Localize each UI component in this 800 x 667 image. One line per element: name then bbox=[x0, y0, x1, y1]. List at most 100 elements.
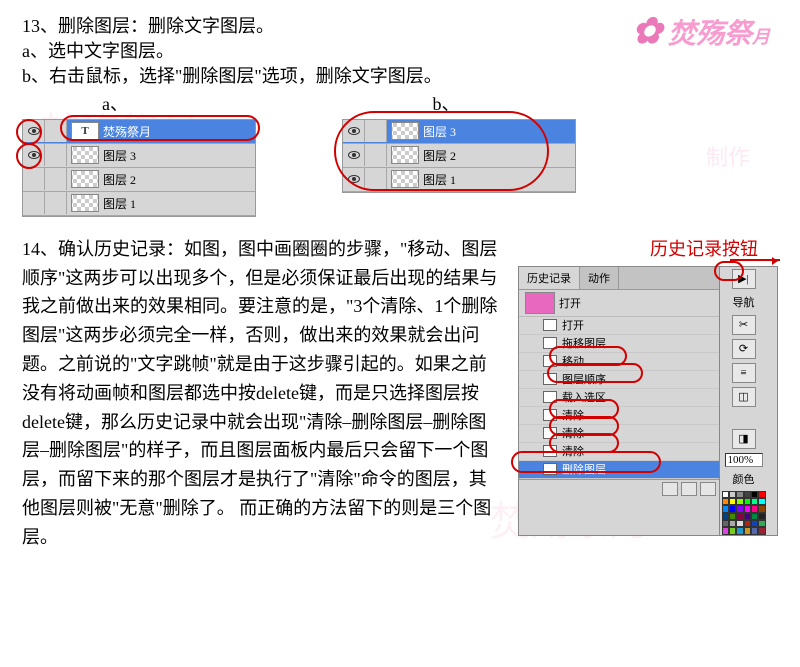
layer-row[interactable]: T 焚殇祭月 bbox=[23, 120, 255, 144]
toolbar-icon[interactable]: ⟳ bbox=[732, 339, 756, 359]
zoom-value[interactable]: 100% bbox=[725, 453, 763, 467]
color-swatch[interactable] bbox=[744, 505, 751, 512]
color-swatch[interactable] bbox=[751, 513, 758, 520]
layer-row[interactable]: 图层 2 bbox=[343, 144, 575, 168]
layer-name: 图层 3 bbox=[103, 147, 136, 164]
color-swatch[interactable] bbox=[722, 527, 729, 534]
toolbar-icon[interactable]: ≡ bbox=[732, 363, 756, 383]
layer-thumb bbox=[71, 170, 99, 188]
toolbar-icon[interactable]: ◫ bbox=[732, 387, 756, 407]
history-item[interactable]: 删除图层 bbox=[519, 461, 719, 479]
color-swatch[interactable] bbox=[729, 505, 736, 512]
color-swatch[interactable] bbox=[758, 520, 765, 527]
color-swatch[interactable] bbox=[736, 513, 743, 520]
layer-row[interactable]: 图层 3 bbox=[23, 144, 255, 168]
color-swatch[interactable] bbox=[751, 505, 758, 512]
history-item[interactable]: 清除 bbox=[519, 425, 719, 443]
text-layer-thumb: T bbox=[71, 122, 99, 140]
history-item[interactable]: 图层顺序 bbox=[519, 371, 719, 389]
layer-thumb bbox=[71, 194, 99, 212]
color-swatch[interactable] bbox=[751, 520, 758, 527]
layer-row[interactable]: 图层 1 bbox=[23, 192, 255, 216]
label-b: b、 bbox=[433, 92, 460, 117]
right-toolbar: ▶| 导航 ✂ ⟳ ≡ ◫ ◨ 100% 颜色 bbox=[719, 267, 767, 535]
color-swatch[interactable] bbox=[736, 491, 743, 498]
history-button-label: 历史记录按钮 bbox=[518, 235, 778, 261]
history-item[interactable]: 打开 bbox=[519, 317, 719, 335]
layer-name: 焚殇祭月 bbox=[103, 123, 151, 140]
history-item[interactable]: 清除 bbox=[519, 407, 719, 425]
visibility-icon[interactable] bbox=[28, 151, 40, 159]
step14-text: 14、确认历史记录：如图，图中画圈圈的步骤，"移动、图层顺序"这两步可以出现多个… bbox=[22, 235, 500, 552]
navigator-label: 导航 bbox=[732, 293, 756, 311]
color-swatch[interactable] bbox=[729, 520, 736, 527]
tab-actions[interactable]: 动作 bbox=[580, 267, 619, 289]
history-document-row[interactable]: 打开 bbox=[519, 290, 719, 317]
color-swatch[interactable] bbox=[758, 491, 765, 498]
color-swatch[interactable] bbox=[744, 527, 751, 534]
color-swatch[interactable] bbox=[744, 520, 751, 527]
color-swatch[interactable] bbox=[729, 513, 736, 520]
color-swatch[interactable] bbox=[744, 491, 751, 498]
history-delete-button[interactable] bbox=[700, 482, 716, 496]
layer-thumb bbox=[391, 170, 419, 188]
history-new-document-button[interactable] bbox=[681, 482, 697, 496]
visibility-icon[interactable] bbox=[348, 127, 360, 135]
color-swatch[interactable] bbox=[736, 520, 743, 527]
visibility-icon[interactable] bbox=[348, 175, 360, 183]
color-swatch[interactable] bbox=[751, 527, 758, 534]
color-swatch[interactable] bbox=[729, 498, 736, 505]
label-a: a、 bbox=[102, 92, 128, 117]
color-swatch[interactable] bbox=[736, 505, 743, 512]
document-thumb bbox=[525, 292, 555, 314]
watermark-sub: 制作 bbox=[706, 140, 750, 172]
history-item[interactable]: 拖移图层 bbox=[519, 335, 719, 353]
color-swatches[interactable] bbox=[722, 491, 766, 535]
color-swatch[interactable] bbox=[722, 491, 729, 498]
layer-thumb bbox=[391, 122, 419, 140]
color-swatch[interactable] bbox=[758, 505, 765, 512]
color-swatch[interactable] bbox=[758, 513, 765, 520]
color-swatch[interactable] bbox=[751, 491, 758, 498]
step13-sub-a: a、选中文字图层。 bbox=[22, 39, 778, 64]
document-name: 打开 bbox=[559, 295, 581, 311]
color-swatch[interactable] bbox=[736, 527, 743, 534]
toolbar-icon[interactable]: ◨ bbox=[732, 429, 756, 449]
color-swatch[interactable] bbox=[758, 498, 765, 505]
visibility-icon[interactable] bbox=[28, 127, 40, 135]
layer-name: 图层 2 bbox=[103, 171, 136, 188]
color-swatch[interactable] bbox=[744, 513, 751, 520]
color-swatch[interactable] bbox=[722, 513, 729, 520]
color-swatch[interactable] bbox=[729, 491, 736, 498]
color-swatch[interactable] bbox=[722, 505, 729, 512]
history-item[interactable]: 清除 bbox=[519, 443, 719, 461]
expand-panel-button[interactable]: ▶| bbox=[732, 269, 756, 289]
color-swatch[interactable] bbox=[736, 498, 743, 505]
toolbar-icon[interactable]: ✂ bbox=[732, 315, 756, 335]
layer-name: 图层 2 bbox=[423, 147, 456, 164]
layer-row[interactable]: 图层 1 bbox=[343, 168, 575, 192]
layer-thumb bbox=[391, 146, 419, 164]
color-swatch[interactable] bbox=[744, 498, 751, 505]
layer-row[interactable]: 图层 2 bbox=[23, 168, 255, 192]
history-item[interactable]: 移动 bbox=[519, 353, 719, 371]
step13-sub-b: b、右击鼠标，选择"删除图层"选项，删除文字图层。 bbox=[22, 64, 778, 89]
tab-history[interactable]: 历史记录 bbox=[519, 267, 580, 289]
color-swatch[interactable] bbox=[751, 498, 758, 505]
layers-panel-b: 图层 3 图层 2 图层 1 bbox=[342, 119, 576, 193]
step13-title: 13、删除图层：删除文字图层。 bbox=[22, 14, 778, 39]
history-panel: 历史记录 动作 打开 打开 拖移图层 移动 图层顺序 载入选区 清除 清除 清除… bbox=[519, 267, 719, 535]
layer-name: 图层 3 bbox=[423, 123, 456, 140]
history-item[interactable]: 载入选区 bbox=[519, 389, 719, 407]
visibility-icon[interactable] bbox=[348, 151, 360, 159]
color-swatch[interactable] bbox=[758, 527, 765, 534]
color-swatch[interactable] bbox=[722, 498, 729, 505]
layer-row[interactable]: 图层 3 bbox=[343, 120, 575, 144]
history-new-snapshot-button[interactable] bbox=[662, 482, 678, 496]
layers-panel-a: T 焚殇祭月 图层 3 图层 2 图层 1 bbox=[22, 119, 256, 217]
layer-name: 图层 1 bbox=[423, 171, 456, 188]
layer-thumb bbox=[71, 146, 99, 164]
color-swatch[interactable] bbox=[722, 520, 729, 527]
color-label: 颜色 bbox=[733, 471, 755, 487]
color-swatch[interactable] bbox=[729, 527, 736, 534]
